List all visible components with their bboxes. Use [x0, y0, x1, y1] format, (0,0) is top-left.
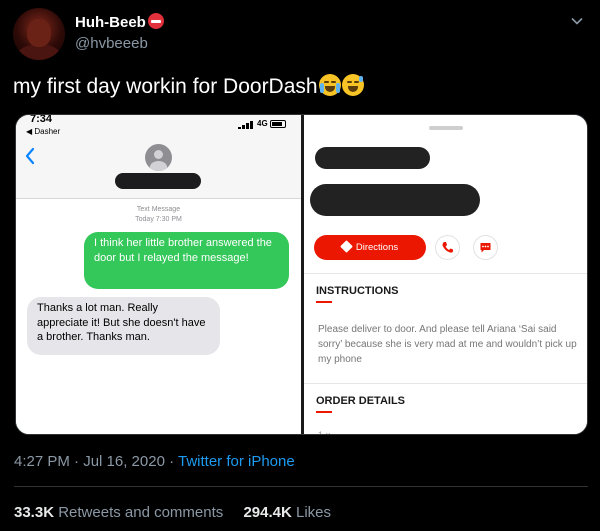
tweet-meta: 4:27 PM · Jul 16, 2020 · Twitter for iPh…: [14, 453, 295, 470]
directions-button: Directions: [314, 235, 426, 260]
chat-button: [473, 235, 498, 260]
tweet-header: Huh-Beeb @hvbeeeb: [13, 8, 588, 64]
tweet-source-link[interactable]: Twitter for iPhone: [178, 453, 295, 470]
directions-icon: [340, 240, 353, 253]
author-name[interactable]: Huh-Beeb: [75, 14, 146, 31]
status-back: ◀ Dasher: [26, 127, 61, 136]
directions-label: Directions: [355, 242, 399, 253]
network-label: 4G: [257, 119, 268, 128]
instructions-underline: [316, 301, 332, 303]
back-chevron-icon: [25, 147, 35, 165]
contact-avatar-icon: [145, 144, 172, 171]
status-bar: 7:34 ◀ Dasher 4G: [16, 115, 301, 139]
imessage-screenshot: 7:34 ◀ Dasher 4G Text Message Today 7:30…: [16, 115, 301, 434]
no-entry-emoji: [147, 13, 164, 29]
instructions-title: INSTRUCTIONS: [316, 285, 399, 297]
doordash-screenshot: Directions INSTRUCTIONS Please deliver t…: [304, 115, 587, 435]
chat-icon: [480, 243, 491, 253]
status-time: 7:34: [30, 114, 53, 125]
instructions-text: Please deliver to door. And please tell …: [318, 324, 577, 365]
sheet-grabber: [429, 126, 463, 130]
divider-line: [14, 486, 588, 487]
phone-button: [435, 235, 460, 260]
order-details-title: ORDER DETAILS: [316, 395, 406, 407]
loudly-crying-face-emoji: [318, 74, 341, 96]
author-name-row[interactable]: Huh-Beeb: [75, 13, 164, 31]
tweet-text-content: my first day workin for DoorDash: [13, 75, 318, 98]
likes-count: 294.4K: [243, 504, 292, 521]
likes-stat[interactable]: 294.4K Likes: [243, 504, 331, 521]
avatar[interactable]: [13, 8, 65, 60]
retweets-stat[interactable]: 33.3K Retweets and comments: [14, 504, 223, 521]
retweets-label: Retweets and comments: [58, 504, 224, 521]
redacted-customer-name: [315, 147, 430, 169]
divider-line: [304, 383, 587, 384]
sms-meta-time: Today 7:30 PM: [135, 216, 182, 223]
tweet-stats: 33.3K Retweets and comments 294.4K Likes: [14, 504, 347, 521]
received-message-bubble: Thanks a lot man. Really appreciate it! …: [27, 297, 220, 355]
tweet-timestamp[interactable]: 4:27 PM · Jul 16, 2020 ·: [14, 453, 178, 470]
retweets-count: 33.3K: [14, 504, 55, 521]
sms-meta-type: Text Message: [136, 206, 181, 213]
redacted-address: [310, 184, 480, 216]
sent-message-bubble: I think her little brother answered the …: [84, 232, 289, 289]
redacted-contact-name: [115, 173, 201, 189]
signal-icon: [238, 121, 253, 129]
author-handle[interactable]: @hvbeeeb: [75, 35, 148, 52]
avatar-face: [27, 19, 51, 47]
likes-label: Likes: [296, 504, 332, 521]
order-details-underline: [316, 411, 332, 413]
phone-icon: [442, 242, 453, 253]
order-details-item: 1 ×: [318, 430, 331, 435]
grinning-sweat-face-emoji: [341, 74, 364, 96]
tweet-media[interactable]: 7:34 ◀ Dasher 4G Text Message Today 7:30…: [15, 114, 588, 435]
sms-meta: Text Message Today 7:30 PM: [16, 205, 301, 225]
chevron-down-icon[interactable]: [570, 14, 584, 28]
battery-icon: [270, 120, 286, 128]
tweet-text: my first day workin for DoorDash: [13, 74, 364, 99]
divider-line: [304, 273, 587, 274]
